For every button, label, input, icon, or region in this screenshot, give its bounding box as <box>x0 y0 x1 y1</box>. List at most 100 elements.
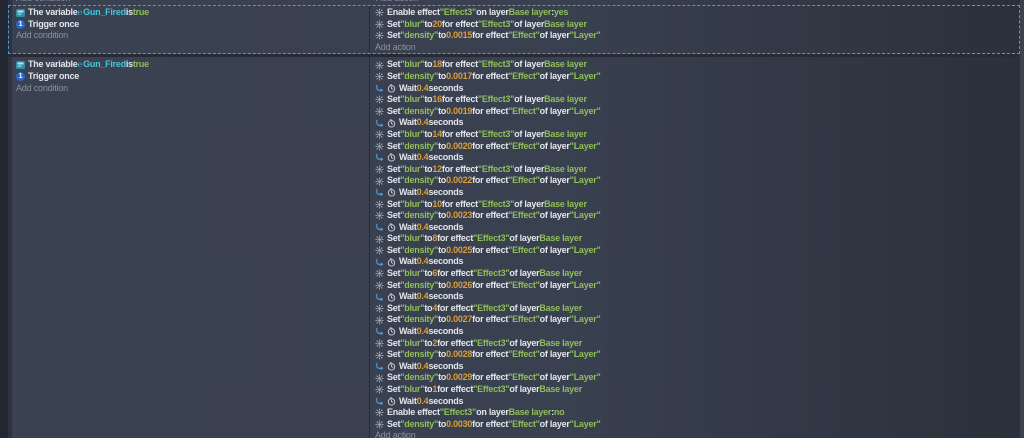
text-token: of layer <box>514 128 545 139</box>
system-icon <box>375 397 384 406</box>
action-row[interactable]: Set "density" to 0.0017 for effect "Effe… <box>373 71 1020 83</box>
action-row[interactable]: Wait 0.4 seconds <box>373 117 1020 129</box>
add-action-link[interactable]: Add action <box>373 42 1020 54</box>
text-token: to <box>438 244 447 255</box>
action-row[interactable]: Wait 0.4 seconds <box>373 361 1020 373</box>
action-row[interactable]: Set "density" to 0.0028 for effect "Effe… <box>373 349 1020 361</box>
action-row[interactable]: Set "blur" to 1 for effect "Effect3" of … <box>373 384 1020 396</box>
vertical-scrollbar[interactable] <box>1020 0 1024 438</box>
text-token: "Layer" <box>569 70 601 81</box>
condition-row[interactable]: The variable ℮ Gun_Fired is true <box>14 59 369 71</box>
text-token: seconds <box>428 395 464 406</box>
text-token: Set <box>387 30 401 41</box>
text-token: "Effect" <box>508 418 540 429</box>
action-row[interactable]: Enable effect "Effect3" on layer Base la… <box>373 7 1020 19</box>
text-token: Set <box>387 105 401 116</box>
text-token: Set <box>387 302 401 313</box>
add-condition-link[interactable]: Add condition <box>14 30 369 42</box>
add-condition-link[interactable]: Add condition <box>16 0 71 5</box>
system-icon <box>375 362 384 371</box>
text-token: 0.4 <box>416 82 429 93</box>
text-token: for effect <box>472 244 509 255</box>
text-token: for effect <box>472 349 509 360</box>
condition-row[interactable]: The variable ℮ Gun_Fired is true <box>14 7 369 19</box>
text-token: "density" <box>400 349 439 360</box>
add-action-link[interactable]: Add action <box>376 0 419 5</box>
action-row[interactable]: Set "density" to 0.0027 for effect "Effe… <box>373 314 1020 326</box>
text-token: for effect <box>441 198 478 209</box>
condition-row[interactable]: 1 Trigger once <box>14 71 369 83</box>
action-row[interactable]: Set "density" to 0.0023 for effect "Effe… <box>373 210 1020 222</box>
text-token: "blur" <box>400 128 425 139</box>
text-token: "blur" <box>400 59 425 70</box>
action-row[interactable]: Wait 0.4 seconds <box>373 326 1020 338</box>
text-token: of layer <box>509 302 540 313</box>
action-row[interactable]: Set "blur" to 2 for effect "Effect3" of … <box>373 338 1020 350</box>
action-row[interactable]: Enable effect "Effect3" on layer Base la… <box>373 407 1020 419</box>
fx-icon <box>375 177 384 186</box>
action-row[interactable]: Set "density" to 0.0015 for effect "Effe… <box>373 30 1020 42</box>
text-token: true <box>132 7 149 17</box>
text-token: Set <box>387 140 401 151</box>
event-block-2[interactable]: The variable ℮ Gun_Fired is true 1 Trigger… <box>8 57 1020 438</box>
action-row[interactable]: Set "blur" to 8 for effect "Effect3" of … <box>373 233 1020 245</box>
text-token: "Effect3" <box>477 128 515 139</box>
clock-icon <box>387 188 396 197</box>
text-token: for effect <box>472 279 509 290</box>
text-token: to <box>438 279 447 290</box>
text-token: for effect <box>472 30 509 41</box>
text-token: for effect <box>472 140 509 151</box>
text-token: Wait <box>399 256 417 267</box>
text-token: 0.0015 <box>446 30 473 41</box>
action-row[interactable]: Wait 0.4 seconds <box>373 396 1020 408</box>
action-row[interactable]: Wait 0.4 seconds <box>373 187 1020 199</box>
text-token: of layer <box>514 198 545 209</box>
action-row[interactable]: Wait 0.4 seconds <box>373 222 1020 234</box>
action-row[interactable]: Set "density" to 0.0026 for effect "Effe… <box>373 280 1020 292</box>
text-token: "Effect3" <box>477 198 515 209</box>
condition-row[interactable]: 1 Trigger once <box>14 19 369 31</box>
action-row[interactable]: Set "blur" to 10 for effect "Effect3" of… <box>373 199 1020 211</box>
action-row[interactable]: Set "density" to 0.0030 for effect "Effe… <box>373 419 1020 431</box>
add-condition-link[interactable]: Add condition <box>14 83 369 95</box>
text-token: of layer <box>539 349 570 360</box>
text-token: for effect <box>472 418 509 429</box>
action-row[interactable]: Set "blur" to 14 for effect "Effect3" of… <box>373 129 1020 141</box>
text-token: Trigger once <box>28 70 80 81</box>
fx-icon <box>375 165 384 174</box>
text-token: "blur" <box>400 302 425 313</box>
action-row[interactable]: Wait 0.4 seconds <box>373 256 1020 268</box>
text-token: is <box>125 7 133 17</box>
action-row[interactable]: Set "blur" to 12 for effect "Effect3" of… <box>373 164 1020 176</box>
action-row[interactable]: Set "density" to 0.0025 for effect "Effe… <box>373 245 1020 257</box>
event-block-1[interactable]: The variable ℮ Gun_Fired is true 1 Trigger… <box>8 5 1020 55</box>
text-token: "Effect3" <box>477 94 515 105</box>
action-row[interactable]: Wait 0.4 seconds <box>373 152 1020 164</box>
action-row[interactable]: Set "blur" to 20 for effect "Effect3" of… <box>373 19 1020 31</box>
action-row[interactable]: Set "density" to 0.0020 for effect "Effe… <box>373 141 1020 153</box>
action-row[interactable]: Set "density" to 0.0022 for effect "Effe… <box>373 175 1020 187</box>
text-token: "Layer" <box>569 140 601 151</box>
text-token: "Effect" <box>508 244 540 255</box>
action-row[interactable]: Set "blur" to 6 for effect "Effect3" of … <box>373 268 1020 280</box>
text-token: to <box>424 233 433 244</box>
text-token: yes <box>553 7 569 17</box>
text-token: "Effect" <box>508 30 540 41</box>
action-row[interactable]: Set "density" to 0.0019 for effect "Effe… <box>373 106 1020 118</box>
text-token: Set <box>387 268 401 279</box>
action-row[interactable]: Wait 0.4 seconds <box>373 291 1020 303</box>
action-row[interactable]: Wait 0.4 seconds <box>373 83 1020 95</box>
add-action-link[interactable]: Add action <box>373 430 1020 438</box>
action-row[interactable]: Set "blur" to 16 for effect "Effect3" of… <box>373 94 1020 106</box>
text-token: "Effect3" <box>477 163 515 174</box>
text-token: seconds <box>428 221 464 232</box>
action-row[interactable]: Set "blur" to 18 for effect "Effect3" of… <box>373 59 1020 71</box>
text-token: Base layer <box>539 302 582 313</box>
action-row[interactable]: Set "density" to 0.0029 for effect "Effe… <box>373 372 1020 384</box>
fx-icon <box>375 408 384 418</box>
text-token: 18 <box>432 59 442 70</box>
action-row[interactable]: Set "blur" to 4 for effect "Effect3" of … <box>373 303 1020 315</box>
fx-icon <box>375 281 384 290</box>
text-token: for effect <box>441 59 478 70</box>
text-token: of layer <box>539 314 570 325</box>
